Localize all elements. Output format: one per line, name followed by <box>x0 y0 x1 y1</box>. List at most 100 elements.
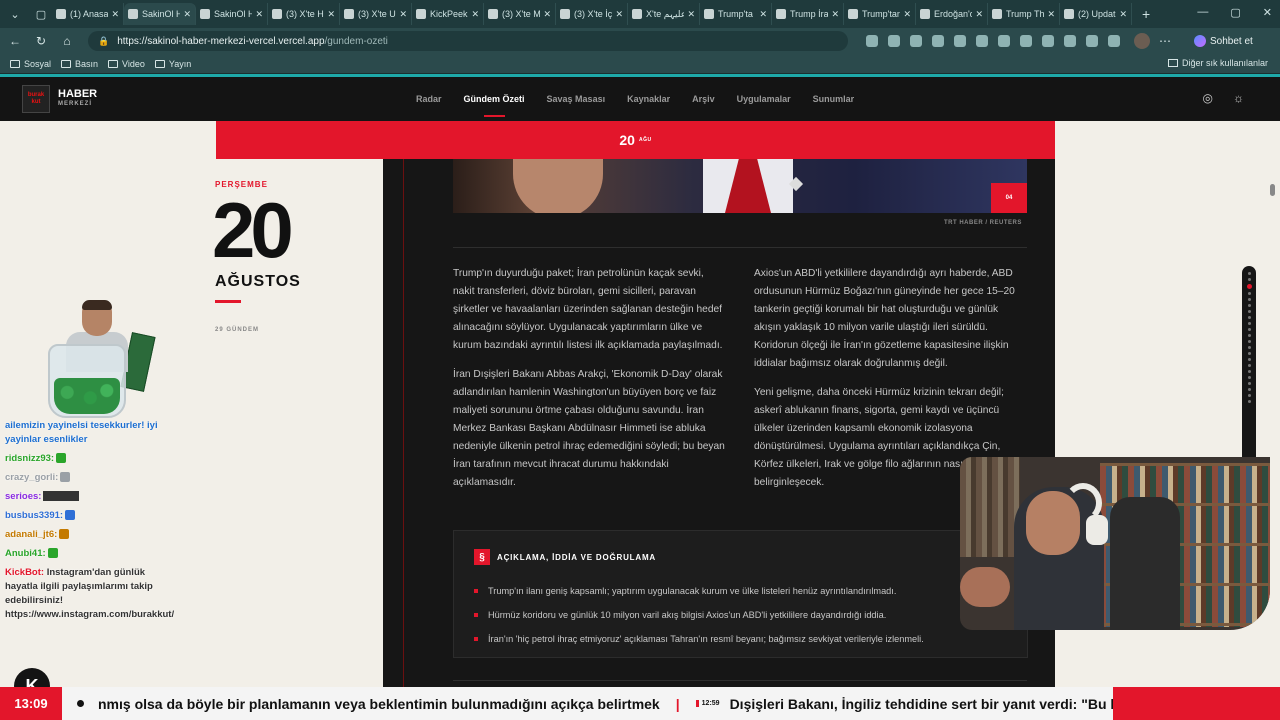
copilot-chat-button[interactable]: Sohbet et <box>1194 35 1253 47</box>
more-menu-icon[interactable]: ⋯ <box>1154 34 1176 48</box>
browser-tab[interactable]: (3) X'te İç ✕ <box>556 3 628 25</box>
extension-icon[interactable] <box>910 35 922 47</box>
nav-item[interactable]: Sunumlar <box>813 77 855 121</box>
bookmark-folder[interactable]: Sosyal <box>10 59 51 69</box>
back-icon[interactable]: ← <box>4 34 26 48</box>
chat-username[interactable]: crazy_gorli: <box>5 472 58 483</box>
browser-tab[interactable]: (1) Anasa ✕ <box>52 3 124 25</box>
close-tab-icon[interactable]: ✕ <box>471 9 479 20</box>
close-tab-icon[interactable]: ✕ <box>615 9 623 20</box>
other-bookmarks[interactable]: Diğer sık kullanılanlar <box>1167 58 1268 68</box>
nav-item[interactable]: Savaş Masası <box>547 77 606 121</box>
browser-tab[interactable]: (3) X'te U ✕ <box>340 3 412 25</box>
section-dot[interactable] <box>1246 284 1252 289</box>
section-dot[interactable] <box>1247 334 1251 337</box>
chat-username[interactable]: adanali_jt6: <box>5 529 57 540</box>
close-tab-icon[interactable]: ✕ <box>831 9 839 20</box>
nav-item[interactable]: Uygulamalar <box>737 77 791 121</box>
section-dot[interactable] <box>1247 394 1251 397</box>
browser-tab[interactable]: (3) X'te M ✕ <box>484 3 556 25</box>
section-dot[interactable] <box>1247 316 1251 319</box>
browser-tab[interactable]: Trump İra ✕ <box>772 3 844 25</box>
extension-icon[interactable] <box>998 35 1010 47</box>
chat-username[interactable]: busbus3391: <box>5 510 63 521</box>
split-screen-icon[interactable] <box>1042 35 1054 47</box>
page-scrollbar[interactable] <box>1270 184 1275 196</box>
close-tab-icon[interactable]: ✕ <box>543 9 551 20</box>
site-logo[interactable]: burak kut HABER MERKEZİ <box>22 85 97 113</box>
bookmark-folder[interactable]: Basın <box>61 59 98 69</box>
close-tab-icon[interactable]: ✕ <box>759 9 767 20</box>
browser-tab[interactable]: Trump'ta ✕ <box>700 3 772 25</box>
tab-list-chevron-icon[interactable]: ⌄ <box>4 4 26 24</box>
nav-item[interactable]: Radar <box>416 77 442 121</box>
section-dot[interactable] <box>1247 340 1251 343</box>
chat-username[interactable]: Anubi41: <box>5 548 46 559</box>
minimize-icon[interactable]: — <box>1197 6 1208 19</box>
browser-tab[interactable]: X'te علیہم ✕ <box>628 3 700 25</box>
extension-icon[interactable] <box>932 35 944 47</box>
close-window-icon[interactable]: ✕ <box>1263 6 1272 19</box>
bookmark-folder[interactable]: Video <box>108 59 145 69</box>
close-tab-icon[interactable]: ✕ <box>183 9 191 20</box>
section-dot[interactable] <box>1247 272 1251 275</box>
section-dot[interactable] <box>1247 310 1251 313</box>
close-tab-icon[interactable]: ✕ <box>255 9 263 20</box>
home-icon[interactable]: ⌂ <box>56 34 78 48</box>
close-tab-icon[interactable]: ✕ <box>687 9 695 20</box>
extension-icon[interactable] <box>976 35 988 47</box>
nav-item[interactable]: Gündem Özeti <box>464 77 525 121</box>
section-dot[interactable] <box>1247 364 1251 367</box>
browser-tab[interactable]: SakinOl H ✕ <box>124 3 196 25</box>
favorite-star-icon[interactable] <box>888 35 900 47</box>
favorites-icon[interactable] <box>1064 35 1076 47</box>
close-tab-icon[interactable]: ✕ <box>975 9 983 20</box>
section-dot[interactable] <box>1247 298 1251 301</box>
bookmark-folder[interactable]: Yayın <box>154 59 191 69</box>
section-dot[interactable] <box>1247 370 1251 373</box>
reader-mode-icon[interactable] <box>866 35 878 47</box>
section-dot[interactable] <box>1247 382 1251 385</box>
section-dot[interactable] <box>1247 328 1251 331</box>
close-tab-icon[interactable]: ✕ <box>903 9 911 20</box>
section-dot[interactable] <box>1247 278 1251 281</box>
collections-icon[interactable] <box>1086 35 1098 47</box>
workspaces-icon[interactable]: ▢ <box>30 4 52 24</box>
browser-tab[interactable]: Trump Th ✕ <box>988 3 1060 25</box>
section-dot[interactable] <box>1247 322 1251 325</box>
section-dot[interactable] <box>1247 352 1251 355</box>
browser-tab[interactable]: SakinOl H ✕ <box>196 3 268 25</box>
reload-icon[interactable]: ↻ <box>30 34 52 48</box>
section-dot[interactable] <box>1247 292 1251 295</box>
theme-toggle-sun-icon[interactable]: ☼ <box>1233 91 1244 105</box>
close-tab-icon[interactable]: ✕ <box>1119 9 1127 20</box>
section-dot[interactable] <box>1247 346 1251 349</box>
browser-tab[interactable]: Trump'tan ✕ <box>844 3 916 25</box>
browser-tab[interactable]: (3) X'te H ✕ <box>268 3 340 25</box>
extensions-puzzle-icon[interactable] <box>1020 35 1032 47</box>
close-tab-icon[interactable]: ✕ <box>327 9 335 20</box>
close-tab-icon[interactable]: ✕ <box>399 9 407 20</box>
browser-tab[interactable]: Erdoğan'd ✕ <box>916 3 988 25</box>
maximize-icon[interactable]: ▢ <box>1230 6 1240 19</box>
browser-tab[interactable]: (2) Updat ✕ <box>1060 3 1132 25</box>
extension-icon[interactable] <box>954 35 966 47</box>
section-dot[interactable] <box>1247 358 1251 361</box>
new-tab-button[interactable]: + <box>1142 6 1150 22</box>
chat-username[interactable]: serioes: <box>5 491 41 502</box>
section-dot[interactable] <box>1247 376 1251 379</box>
nav-item[interactable]: Arşiv <box>692 77 715 121</box>
target-icon[interactable]: ◎ <box>1203 91 1213 105</box>
close-tab-icon[interactable]: ✕ <box>111 9 119 20</box>
section-dot[interactable] <box>1247 388 1251 391</box>
section-scroll-nav[interactable] <box>1242 266 1256 466</box>
nav-item[interactable]: Kaynaklar <box>627 77 670 121</box>
profile-avatar[interactable] <box>1134 33 1150 49</box>
news-photo[interactable]: 04 <box>453 159 1027 213</box>
chat-username[interactable]: KickBot: <box>5 567 44 578</box>
close-tab-icon[interactable]: ✕ <box>1047 9 1055 20</box>
chat-username[interactable]: ridsnizz93: <box>5 453 54 464</box>
url-field[interactable]: 🔒 https://sakinol-haber-merkezi-vercel.v… <box>88 31 848 51</box>
section-dot[interactable] <box>1247 400 1251 403</box>
browser-tab[interactable]: KickPeek ✕ <box>412 3 484 25</box>
